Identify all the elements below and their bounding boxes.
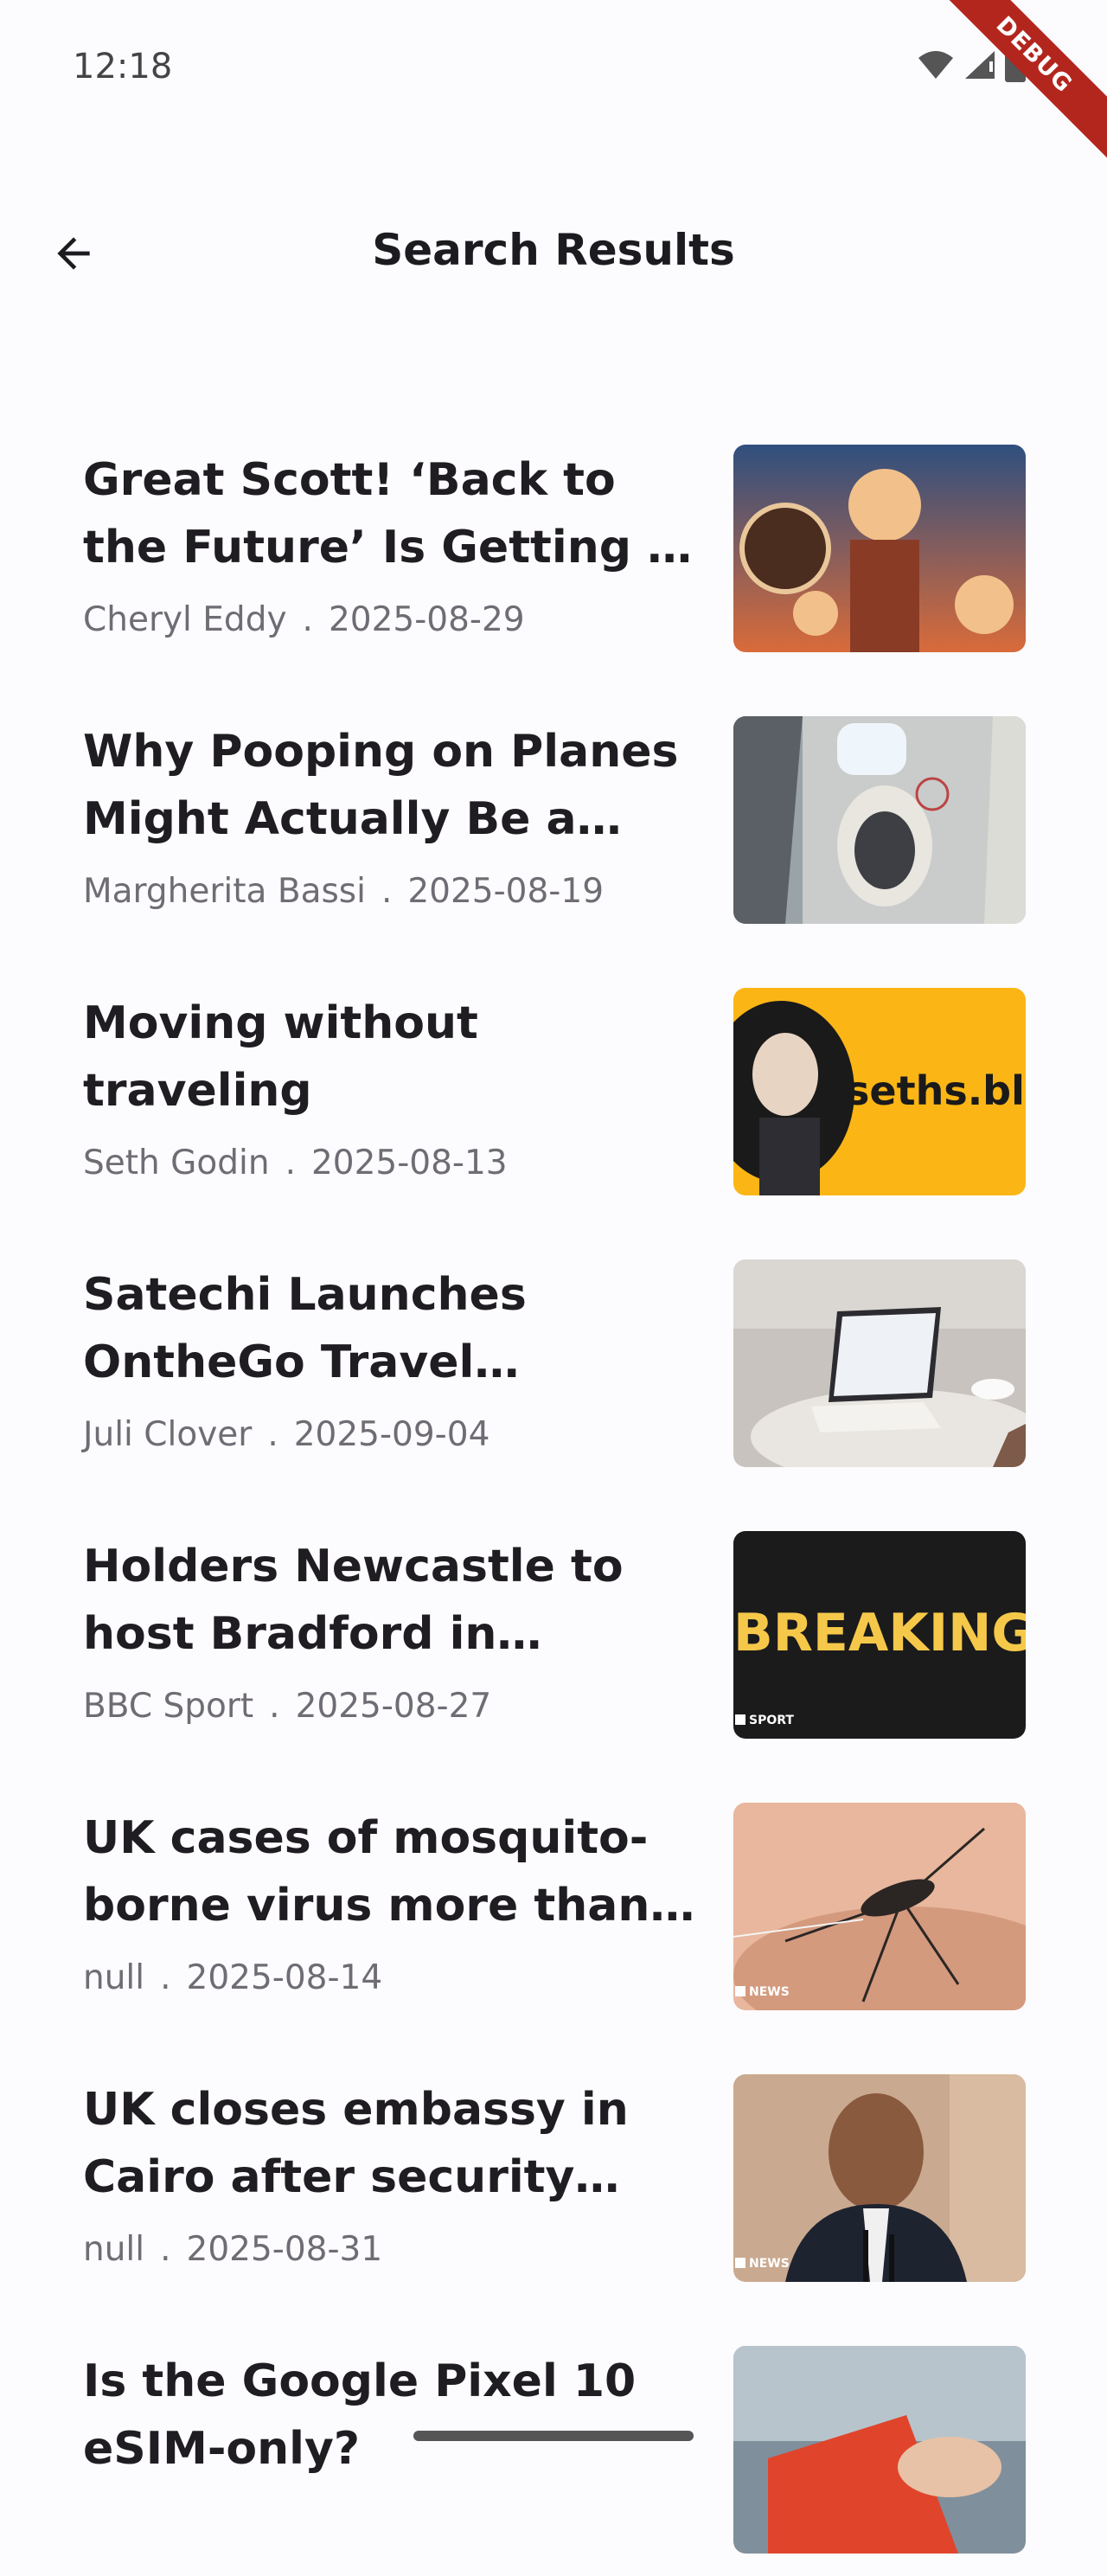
article-meta: BBC Sport. 2025-08-27 bbox=[83, 1687, 492, 1726]
article-meta: Margherita Bassi. 2025-08-19 bbox=[83, 872, 605, 911]
article-meta: Juli Clover. 2025-09-04 bbox=[83, 1415, 490, 1454]
article-title: Why Pooping on Planes Might Actually Be … bbox=[83, 726, 679, 845]
thumb-badge-text: NEWS bbox=[749, 2257, 790, 2271]
article-date: 2025-08-14 bbox=[186, 1958, 383, 1997]
article-thumbnail bbox=[733, 2346, 1026, 2554]
article-date: 2025-08-29 bbox=[328, 600, 525, 639]
article-title: Moving without traveling bbox=[83, 997, 478, 1117]
article-item[interactable]: Why Pooping on Planes Might Actually Be … bbox=[0, 704, 1107, 946]
debug-banner: DEBUG bbox=[909, 0, 1107, 180]
wifi-icon bbox=[918, 51, 953, 79]
article-date: 2025-08-27 bbox=[295, 1687, 492, 1726]
article-meta: null. 2025-08-14 bbox=[83, 1958, 383, 1997]
article-thumbnail bbox=[733, 716, 1026, 924]
article-date: 2025-08-13 bbox=[310, 1144, 508, 1182]
article-meta: null. 2025-08-31 bbox=[83, 2230, 383, 2269]
article-title: Great Scott! ‘Back to the Future’ Is Get… bbox=[83, 454, 678, 574]
article-item[interactable]: Moving without traveling Seth Godin. 2025… bbox=[0, 976, 1107, 1218]
article-title: UK cases of mosquito-borne virus more th… bbox=[83, 1812, 650, 1932]
signal-icon bbox=[965, 51, 995, 79]
article-item[interactable]: UK closes embassy in Cairo after securit… bbox=[0, 2062, 1107, 2304]
thumb-badge-text: NEWS bbox=[749, 1985, 790, 1999]
article-thumbnail: seths.blo bbox=[733, 988, 1026, 1195]
article-date: 2025-08-31 bbox=[186, 2230, 383, 2269]
article-thumbnail bbox=[733, 445, 1026, 652]
article-author: Cheryl Eddy bbox=[83, 600, 287, 639]
page-title: Search Results bbox=[372, 225, 735, 275]
article-thumbnail bbox=[733, 1259, 1026, 1467]
home-indicator[interactable] bbox=[413, 2431, 694, 2441]
thumb-breaking-text: BREAKING bbox=[733, 1603, 1026, 1663]
article-title: UK closes embassy in Cairo after securit… bbox=[83, 2084, 629, 2203]
status-time: 12:18 bbox=[73, 47, 173, 87]
article-date: 2025-08-19 bbox=[407, 872, 605, 911]
article-item[interactable]: Great Scott! ‘Back to the Future’ Is Get… bbox=[0, 433, 1107, 675]
article-thumbnail: NEWS bbox=[733, 1803, 1026, 2010]
article-date: 2025-09-04 bbox=[293, 1415, 490, 1454]
article-thumbnail: BREAKING SPORT bbox=[733, 1531, 1026, 1739]
article-author: BBC Sport bbox=[83, 1687, 254, 1726]
article-author: Seth Godin bbox=[83, 1144, 270, 1182]
article-title: Is the Google Pixel 10 eSIM-only? bbox=[83, 2355, 637, 2475]
article-title: Satechi Launches OntheGo Travel Bluetoot… bbox=[83, 1269, 527, 1388]
article-item[interactable]: Holders Newcastle to host Bradford in Ca… bbox=[0, 1519, 1107, 1761]
article-author: null bbox=[83, 1958, 145, 1997]
article-title: Holders Newcastle to host Bradford in Ca… bbox=[83, 1541, 624, 1660]
article-item[interactable]: Is the Google Pixel 10 eSIM-only? bbox=[0, 2334, 1107, 2576]
article-item[interactable]: UK cases of mosquito-borne virus more th… bbox=[0, 1791, 1107, 2033]
article-thumbnail: NEWS bbox=[733, 2074, 1026, 2282]
status-bar: 12:18 DEBUG bbox=[0, 0, 1107, 180]
article-author: Margherita Bassi bbox=[83, 872, 366, 911]
app-bar: Search Results bbox=[0, 199, 1107, 311]
article-meta: Cheryl Eddy. 2025-08-29 bbox=[83, 600, 525, 639]
article-author: null bbox=[83, 2230, 145, 2269]
article-item[interactable]: Satechi Launches OntheGo Travel Bluetoot… bbox=[0, 1247, 1107, 1490]
article-author: Juli Clover bbox=[83, 1415, 253, 1454]
article-meta: Seth Godin. 2025-08-13 bbox=[83, 1144, 508, 1182]
thumb-logo-text: seths.blo bbox=[846, 1067, 1026, 1114]
thumb-badge-text: SPORT bbox=[749, 1714, 794, 1727]
